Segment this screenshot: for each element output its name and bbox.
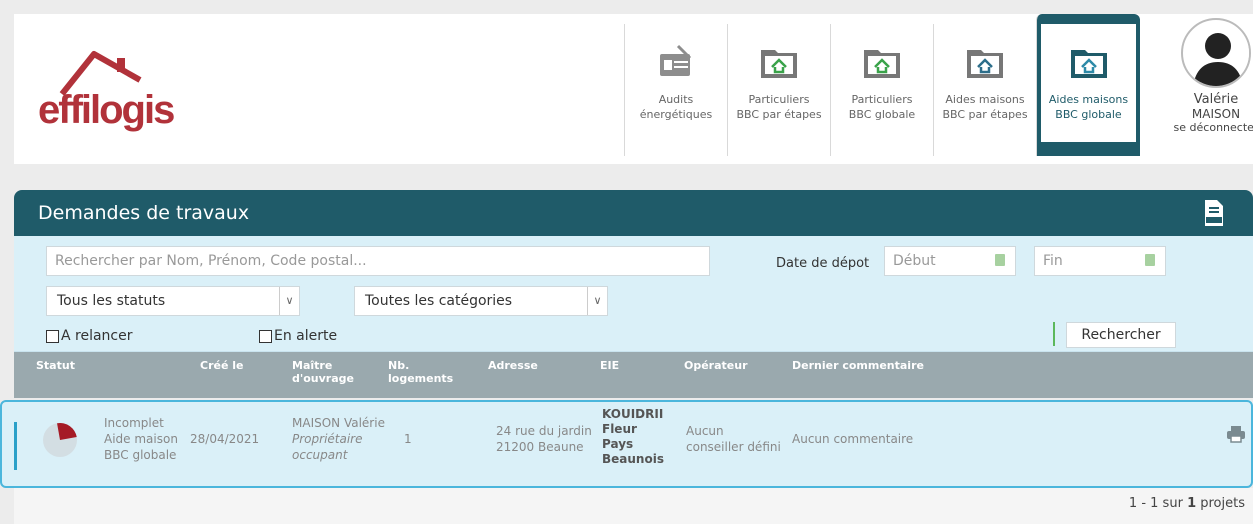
folder-house-icon [967, 50, 1003, 78]
search-accent [1053, 322, 1055, 346]
nav-label: Aides maisons BBC par étapes [942, 93, 1028, 121]
xlsx-export-icon[interactable] [1203, 199, 1225, 227]
table-row[interactable]: Incomplet Aide maison BBC globale 28/04/… [0, 400, 1253, 488]
pagination: 1 - 1 sur 1 projets [1128, 496, 1245, 511]
app-header: effilogis Audits énergétiques Particulie… [14, 14, 1253, 164]
relancer-checkbox[interactable]: A relancer [46, 328, 133, 344]
nav-label: Aides maisons BBC globale [1048, 93, 1129, 121]
chevron-down-icon: ∨ [587, 287, 607, 315]
date-label: Date de dépot [776, 256, 870, 271]
filter-bar: Rechercher par Nom, Prénom, Code postal.… [14, 236, 1253, 352]
logout-link[interactable]: se déconnecter [1166, 121, 1253, 134]
relancer-label: A relancer [61, 328, 133, 344]
nav-label: Particuliers BBC globale [848, 93, 916, 121]
col-operateur[interactable]: Opérateur [684, 359, 748, 372]
col-dernier-commentaire[interactable]: Dernier commentaire [792, 359, 924, 372]
user-first-name: Valérie [1193, 92, 1239, 107]
calendar-icon [995, 254, 1005, 266]
col-statut[interactable]: Statut [36, 359, 75, 372]
row-nb-logements: 1 [404, 432, 412, 446]
audit-document-icon [660, 44, 692, 76]
row-status: Incomplet Aide maison BBC globale [104, 416, 178, 462]
nav-audits[interactable]: Audits énergétiques [624, 24, 727, 156]
panel-header: Demandes de travaux [14, 190, 1253, 236]
main-nav: Audits énergétiques Particuliers BBC par… [624, 14, 1140, 156]
nav-particuliers-etapes[interactable]: Particuliers BBC par étapes [727, 24, 830, 156]
calendar-icon [1145, 254, 1155, 266]
user-last-name: MAISON [1191, 107, 1241, 121]
table-header: Statut Créé le Maître d'ouvrage Nb. loge… [14, 352, 1253, 398]
nav-aides-etapes[interactable]: Aides maisons BBC par étapes [933, 24, 1036, 156]
checkbox-box [259, 329, 272, 343]
col-eie[interactable]: EIE [600, 359, 619, 372]
row-owner: MAISON Valérie Propriétaire occupant [292, 416, 385, 462]
table-footer: 1 - 1 sur 1 projets [14, 488, 1253, 524]
user-menu: Valérie MAISON se déconnecter [1166, 18, 1253, 134]
folder-house-icon [864, 50, 900, 78]
search-button[interactable]: Rechercher [1066, 322, 1176, 348]
col-maitre-ouvrage[interactable]: Maître d'ouvrage [292, 359, 354, 385]
category-select-value: Toutes les catégories [365, 293, 513, 309]
folder-house-icon [1070, 50, 1107, 78]
logo-text: effilogis [38, 88, 175, 132]
folder-house-icon [761, 50, 797, 78]
row-operator: Aucun conseiller défini [686, 424, 781, 454]
status-pie-icon [43, 423, 77, 457]
nav-aides-globale[interactable]: Aides maisons BBC globale [1036, 14, 1140, 156]
chevron-down-icon: ∨ [279, 287, 299, 315]
nav-label: Particuliers BBC par étapes [736, 93, 822, 121]
alerte-label: En alerte [274, 328, 338, 344]
avatar[interactable] [1181, 18, 1251, 88]
status-select[interactable]: Tous les statuts ∨ [46, 286, 300, 316]
nav-label: Audits énergétiques [639, 93, 713, 121]
status-select-value: Tous les statuts [57, 293, 166, 309]
alerte-checkbox[interactable]: En alerte [259, 328, 337, 344]
start-date-placeholder: Début [893, 253, 936, 269]
row-created: 28/04/2021 [190, 432, 260, 446]
start-date-field[interactable]: Début [884, 246, 1016, 276]
col-cree-le[interactable]: Créé le [200, 359, 243, 372]
page-title: Demandes de travaux [38, 202, 250, 224]
print-icon[interactable] [1226, 425, 1246, 443]
nav-particuliers-globale[interactable]: Particuliers BBC globale [830, 24, 933, 156]
checkbox-box [46, 329, 59, 343]
search-input[interactable]: Rechercher par Nom, Prénom, Code postal.… [46, 246, 710, 276]
col-adresse[interactable]: Adresse [488, 359, 538, 372]
end-date-placeholder: Fin [1043, 253, 1063, 269]
col-nb-logements[interactable]: Nb. logements [388, 359, 453, 385]
row-eie: KOUIDRII Fleur Pays Beaunois [602, 407, 664, 466]
end-date-field[interactable]: Fin [1034, 246, 1166, 276]
row-comment: Aucun commentaire [792, 432, 914, 446]
row-address: 24 rue du jardin 21200 Beaune [496, 424, 592, 454]
category-select[interactable]: Toutes les catégories ∨ [354, 286, 608, 316]
row-accent [14, 422, 17, 470]
